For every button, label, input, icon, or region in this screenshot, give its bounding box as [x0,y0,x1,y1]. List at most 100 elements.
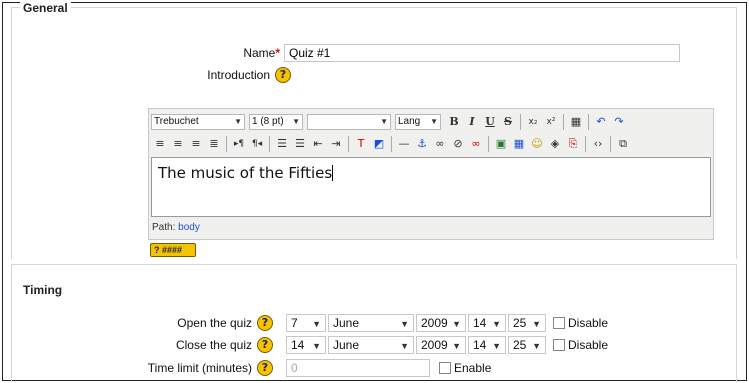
open-quiz-label: Open the quiz [177,316,252,330]
editor-toolbar-bottom: ≡ ≡ ≡ ≣ ▸¶ ¶◂ ☰ ☰ ⇤ ⇥ T ◩ — ⚓ ∞ ⊘ ∞ ▣ ▦ … [151,134,632,154]
unlink-icon[interactable]: ⊘ [449,135,467,153]
font-family-select[interactable]: Trebuchet ▼ [151,114,245,130]
close-day-value: 14 [291,338,305,352]
editor-content-area[interactable]: The music of the Fifties [151,157,711,217]
help-icon[interactable]: ? [257,315,273,331]
font-size-value: 1 (8 pt) [252,116,284,127]
open-year-value: 2009 [421,316,448,330]
editor-path-bar: Path: body [149,221,713,235]
open-day-select[interactable]: 7 ▼ [286,314,326,332]
name-label: Name* [190,46,280,60]
chevron-down-icon: ▼ [452,319,461,329]
editor-toolbar-top: Trebuchet ▼ 1 (8 pt) ▼ ▼ Lang ▼ B I U S x₂ … [151,112,628,132]
open-month-select[interactable]: June ▼ [328,314,414,332]
image-icon[interactable]: ▣ [492,135,510,153]
general-legend: General [20,1,71,15]
font-size-select[interactable]: 1 (8 pt) ▼ [249,114,303,130]
name-input[interactable]: Quiz #1 [284,44,680,62]
subscript-icon[interactable]: x₂ [524,113,542,131]
open-disable-checkbox[interactable] [553,317,565,329]
close-month-select[interactable]: June ▼ [328,336,414,354]
link-icon[interactable]: ∞ [431,135,449,153]
editor-help-resize-button[interactable]: ? #### [150,243,196,257]
open-year-select[interactable]: 2009 ▼ [416,314,466,332]
help-icon[interactable]: ? [257,360,273,376]
time-limit-input[interactable]: 0 [286,359,430,377]
outdent-icon[interactable]: ⇤ [309,135,327,153]
required-mark: * [275,46,280,60]
name-label-text: Name [243,46,276,60]
background-color-icon[interactable]: ◩ [370,135,388,153]
help-icon[interactable]: ? [257,337,273,353]
align-center-icon[interactable]: ≡ [169,135,187,153]
close-year-value: 2009 [421,338,448,352]
special-char-icon[interactable]: ◈ [546,135,564,153]
close-day-select[interactable]: 14 ▼ [286,336,326,354]
rtl-icon[interactable]: ¶◂ [248,135,266,153]
undo-icon[interactable]: ↶ [592,113,610,131]
horizontal-rule-icon[interactable]: — [395,135,413,153]
toolbar-separator [520,114,521,130]
toolbar-separator [585,136,586,152]
numbered-list-icon[interactable]: ☰ [273,135,291,153]
italic-icon[interactable]: I [463,113,481,131]
close-minute-value: 25 [513,338,527,352]
time-limit-enable-label: Enable [454,361,492,375]
align-justify-icon[interactable]: ≣ [205,135,223,153]
close-year-select[interactable]: 2009 ▼ [416,336,466,354]
open-month-value: June [333,316,360,330]
chevron-down-icon: ▼ [492,341,501,351]
search-replace-icon[interactable]: ⎘ [564,135,582,153]
open-hour-value: 14 [473,316,487,330]
chevron-down-icon: ▼ [234,117,242,126]
bold-icon[interactable]: B [445,113,463,131]
toolbar-separator [588,114,589,130]
help-icon: ? [154,245,160,255]
chevron-down-icon: ▼ [380,117,388,126]
open-hour-select[interactable]: 14 ▼ [468,314,506,332]
help-icon[interactable]: ? [275,67,291,83]
clean-word-icon[interactable]: ▦ [567,113,585,131]
chevron-down-icon: ▼ [430,117,438,126]
chevron-down-icon: ▼ [292,117,300,126]
open-day-value: 7 [291,316,298,330]
html-source-icon[interactable]: ‹› [589,135,607,153]
chevron-down-icon: ▼ [532,341,541,351]
close-hour-value: 14 [473,338,487,352]
table-icon[interactable]: ▦ [510,135,528,153]
strikethrough-icon[interactable]: S [499,113,517,131]
fullscreen-icon[interactable]: ⧉ [614,135,632,153]
chevron-down-icon: ▼ [452,341,461,351]
format-select[interactable]: ▼ [307,114,391,130]
close-disable-checkbox[interactable] [553,339,565,351]
close-minute-select[interactable]: 25 ▼ [508,336,546,354]
path-value-link[interactable]: body [178,222,200,233]
toolbar-separator [226,136,227,152]
superscript-icon[interactable]: x² [542,113,560,131]
toolbar-separator [488,136,489,152]
open-minute-value: 25 [513,316,527,330]
close-hour-select[interactable]: 14 ▼ [468,336,506,354]
nolink-icon[interactable]: ∞ [467,135,485,153]
text-color-icon[interactable]: T [352,135,370,153]
anchor-icon[interactable]: ⚓ [413,135,431,153]
open-disable-label: Disable [568,316,609,330]
open-minute-select[interactable]: 25 ▼ [508,314,546,332]
time-limit-label: Time limit (minutes) [147,361,252,375]
redo-icon[interactable]: ↷ [610,113,628,131]
time-limit-enable-checkbox[interactable] [439,362,451,374]
align-right-icon[interactable]: ≡ [187,135,205,153]
bulleted-list-icon[interactable]: ☰ [291,135,309,153]
timing-legend: Timing [20,283,66,297]
toolbar-separator [269,136,270,152]
smiley-icon[interactable]: ☺ [528,135,546,153]
lang-value: Lang [398,116,421,127]
indent-icon[interactable]: ⇥ [327,135,345,153]
introduction-label: Introduction [207,68,270,82]
underline-icon[interactable]: U [481,113,499,131]
align-left-icon[interactable]: ≡ [151,135,169,153]
font-family-value: Trebuchet [154,116,199,127]
close-quiz-label: Close the quiz [175,338,252,352]
lang-select[interactable]: Lang ▼ [395,114,441,130]
ltr-icon[interactable]: ▸¶ [230,135,248,153]
